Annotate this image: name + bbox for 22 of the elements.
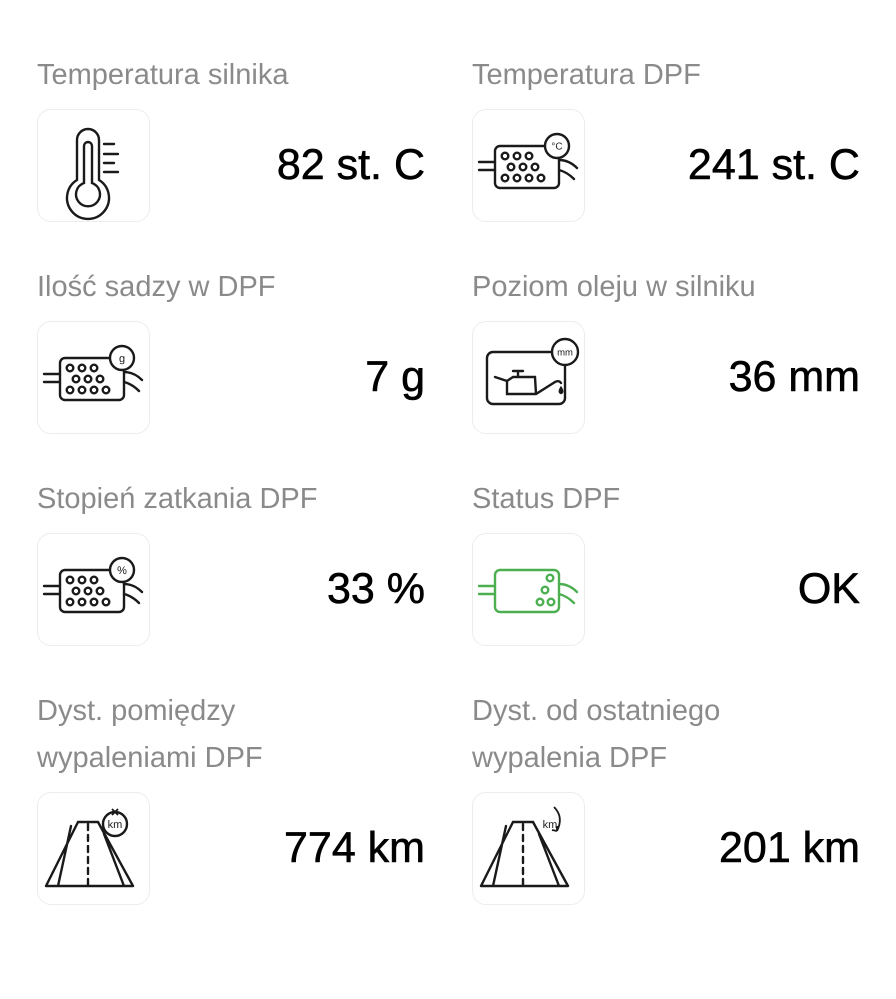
metric-value: 36 mm — [728, 354, 860, 402]
metric-value: 241 st. C — [688, 142, 860, 190]
unit-badge: % — [108, 556, 136, 584]
metric-label: Ilość sadzy w DPF — [37, 270, 276, 305]
metric-label: Poziom oleju w silniku — [472, 270, 757, 305]
metric-label: Temperatura DPF — [472, 58, 702, 93]
unit-label: km — [542, 818, 558, 831]
metric-label: Dyst. pomiędzy wypaleniami DPF — [37, 694, 264, 776]
metric-value: 774 km — [284, 824, 425, 872]
metric-label: Dyst. od ostatniego wypalenia DPF — [472, 694, 722, 776]
unit-badge: mm — [550, 338, 580, 366]
unit-badge: km — [102, 810, 128, 838]
metric-value: 82 st. C — [276, 142, 425, 190]
metric-label: Temperatura silnika — [37, 58, 290, 93]
unit-badge: °C — [544, 132, 570, 160]
metric-value: OK — [798, 566, 860, 614]
metric-value: 201 km — [718, 824, 860, 872]
unit-badge: g — [108, 344, 136, 372]
metric-value: 33 % — [326, 566, 425, 614]
metric-value: 7 g — [365, 354, 425, 402]
metric-label: Stopień zatkania DPF — [37, 482, 318, 517]
metric-label: Status DPF — [472, 482, 622, 517]
